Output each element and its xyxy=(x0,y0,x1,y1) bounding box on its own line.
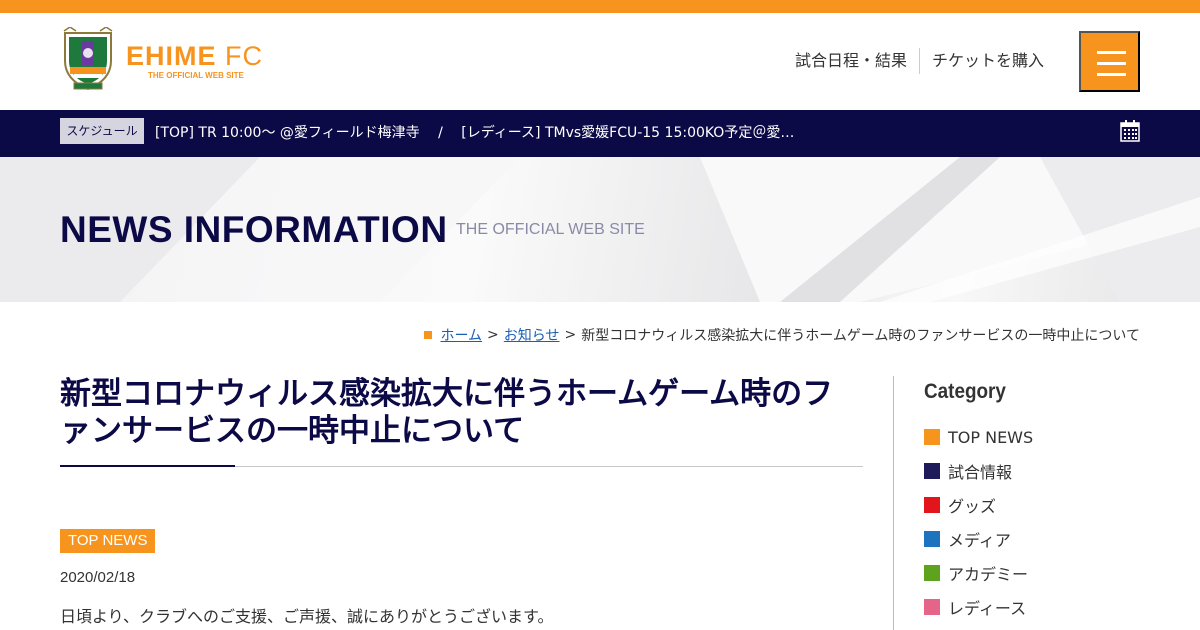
category-label: レディース xyxy=(948,599,1027,618)
category-item-ladies[interactable]: レディース xyxy=(924,590,1033,624)
article-date: 2020/02/18 xyxy=(60,569,136,586)
breadcrumb-square-icon xyxy=(424,331,433,339)
site-header: EHIME FC THE OFFICIAL WEB SITE 試合日程・結果 チ… xyxy=(0,13,1200,110)
category-item-top-news[interactable]: TOP NEWS xyxy=(924,420,1033,454)
category-list: TOP NEWS 試合情報 グッズ メディア アカデミー レディース xyxy=(924,420,1033,630)
breadcrumb-separator: > xyxy=(564,327,577,343)
menu-line-icon xyxy=(1097,51,1126,54)
calendar-icon[interactable] xyxy=(1120,120,1140,142)
schedule-ticker: スケジュール [TOP] TR 10:00～ @愛フィールド梅津寺 / [レディ… xyxy=(0,110,1200,157)
category-label: 試合情報 xyxy=(948,463,1013,482)
category-label: グッズ xyxy=(948,497,997,516)
category-color-swatch xyxy=(924,429,940,445)
category-color-swatch xyxy=(924,565,940,581)
breadcrumb-home[interactable]: ホーム xyxy=(440,325,482,345)
breadcrumb-separator: > xyxy=(487,327,499,343)
title-divider-accent xyxy=(60,465,235,467)
breadcrumb-current: 新型コロナウィルス感染拡大に伴うホームゲーム時のファンサービスの一時中止について xyxy=(581,328,1140,344)
category-label: メディア xyxy=(948,531,1011,550)
article-category-tag[interactable]: TOP NEWS xyxy=(60,529,156,553)
page-subtitle: THE OFFICIAL WEB SITE xyxy=(456,221,645,238)
category-item-media[interactable]: メディア xyxy=(924,522,1033,556)
category-item-academy[interactable]: アカデミー xyxy=(924,556,1033,590)
category-item-more[interactable] xyxy=(924,624,1033,630)
article-body: 日頃より、クラブへのご支援、ご声援、誠にありがとうございます。 xyxy=(60,607,554,626)
category-label: アカデミー xyxy=(948,565,1029,584)
sidebar-divider xyxy=(893,376,894,630)
menu-line-icon xyxy=(1097,62,1126,65)
top-accent-bar xyxy=(0,0,1200,13)
article-title: 新型コロナウィルス感染拡大に伴うホームゲーム時のファンサービスの一時中止について xyxy=(60,376,834,449)
page-title: NEWS INFORMATION xyxy=(60,209,448,250)
category-color-swatch xyxy=(924,497,940,513)
breadcrumb-news[interactable]: お知らせ xyxy=(504,325,560,345)
ticker-text[interactable]: [TOP] TR 10:00～ @愛フィールド梅津寺 / [レディース] TMv… xyxy=(155,122,805,142)
hamburger-menu-button[interactable] xyxy=(1079,31,1140,92)
category-label: TOP NEWS xyxy=(948,427,1034,447)
category-item-goods[interactable]: グッズ xyxy=(924,488,1033,522)
menu-line-icon xyxy=(1097,73,1126,76)
category-color-swatch xyxy=(924,531,940,547)
club-crest-icon xyxy=(63,27,113,91)
sidebar-title: Category xyxy=(924,380,1006,403)
nav-buy-tickets[interactable]: チケットを購入 xyxy=(920,48,1056,74)
page-hero: NEWS INFORMATION THE OFFICIAL WEB SITE xyxy=(0,157,1200,302)
logo-wordmark: EHIME FC xyxy=(126,41,264,71)
ticker-label: スケジュール xyxy=(60,118,144,144)
logo-tagline: THE OFFICIAL WEB SITE xyxy=(148,71,244,80)
nav-match-schedule[interactable]: 試合日程・結果 xyxy=(783,48,919,74)
site-logo[interactable]: EHIME FC THE OFFICIAL WEB SITE xyxy=(60,27,280,91)
category-color-swatch xyxy=(924,599,940,615)
breadcrumb: ホーム > お知らせ > 新型コロナウィルス感染拡大に伴うホームゲーム時のファン… xyxy=(424,325,1140,345)
category-item-match-info[interactable]: 試合情報 xyxy=(924,454,1033,488)
header-nav: 試合日程・結果 チケットを購入 xyxy=(783,48,1056,74)
category-color-swatch xyxy=(924,463,940,479)
